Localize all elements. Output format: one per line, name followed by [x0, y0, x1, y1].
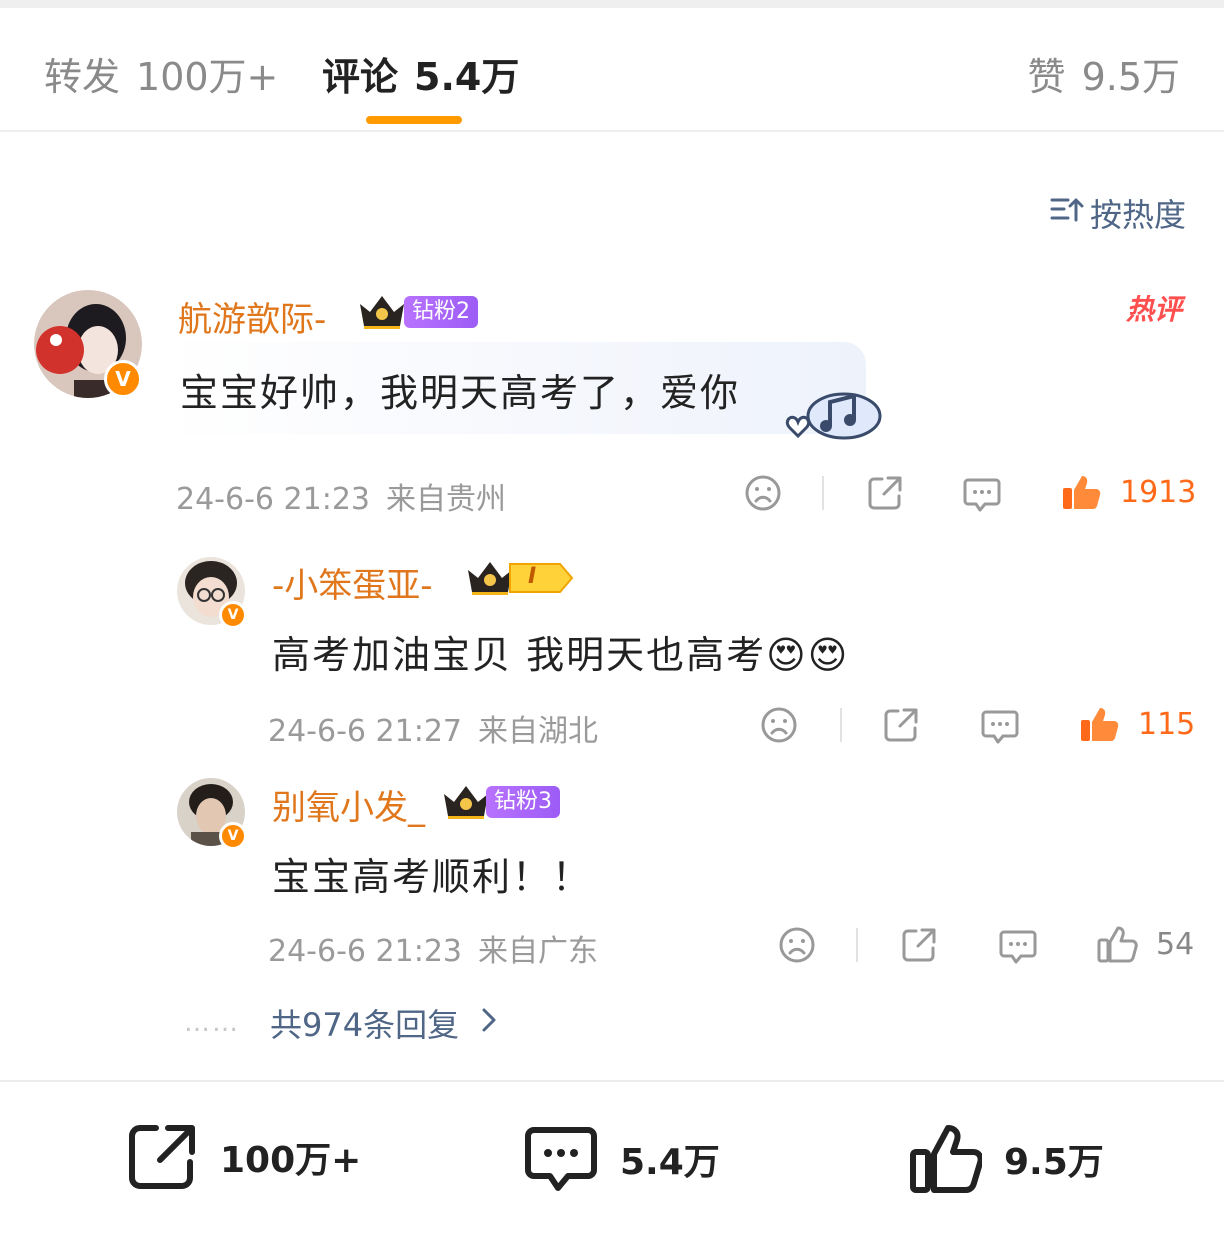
reply-button[interactable]	[998, 926, 1038, 966]
comment-icon	[981, 710, 1019, 744]
more-replies-label: 共974条回复	[270, 1006, 460, 1044]
level-badge-label: I	[528, 564, 537, 589]
bottom-divider	[0, 1080, 1224, 1082]
thumbs-up-icon	[1081, 708, 1119, 741]
like-button[interactable]: 1913	[1060, 472, 1196, 512]
sort-button[interactable]: 按热度	[1050, 190, 1186, 236]
bottom-repost-button[interactable]: 100万+	[126, 1122, 361, 1192]
sort-label: 按热度	[1089, 196, 1186, 234]
chevron-right-icon	[481, 1006, 497, 1041]
share-icon	[884, 708, 918, 742]
more-replies-dots: ……	[184, 1008, 240, 1038]
comment-meta: 24-6-6 21:23 来自贵州	[176, 474, 506, 518]
share-icon	[129, 1125, 195, 1189]
comment-username[interactable]: -小笨蛋亚-	[272, 558, 433, 607]
sad-face-icon	[761, 707, 797, 743]
reply-button[interactable]	[980, 706, 1020, 746]
comment-username[interactable]: 别氧小发_	[272, 780, 425, 829]
bottom-like-count: 9.5万	[1004, 1142, 1104, 1183]
comment-meta: 24-6-6 21:27 来自湖北	[268, 706, 598, 750]
level-badge-shape-icon	[509, 563, 574, 593]
comment-location: 来自广东	[478, 934, 598, 969]
hot-comment-tag: 热评	[1125, 293, 1182, 326]
fan-badge: 钻粉2	[404, 296, 478, 328]
like-count: 1913	[1120, 474, 1197, 510]
dislike-button[interactable]	[778, 926, 816, 964]
comment-location: 来自湖北	[478, 714, 598, 749]
verified-badge-icon: V	[219, 601, 247, 629]
comment-text: 宝宝好帅，我明天高考了，爱你	[180, 371, 741, 415]
comment-location: 来自贵州	[386, 482, 506, 517]
tab-repost-label: 转发	[44, 55, 121, 99]
crown-icon	[360, 296, 404, 329]
thumbs-up-icon	[1063, 476, 1101, 509]
like-button[interactable]: 115	[1078, 704, 1195, 744]
comment-meta: 24-6-6 21:23 来自广东	[268, 926, 598, 970]
dislike-button[interactable]	[744, 474, 782, 512]
tab-comment-label: 评论	[322, 55, 399, 99]
sad-face-icon	[745, 475, 781, 511]
thumbs-up-icon	[1097, 926, 1138, 963]
verified-badge-icon: V	[219, 822, 247, 850]
bottom-comment-button[interactable]: 5.4万	[524, 1122, 720, 1196]
tab-repost-count: 100万+	[136, 55, 279, 99]
action-divider	[822, 476, 824, 510]
like-button[interactable]: 54	[1096, 924, 1194, 964]
music-note-sticker-icon	[785, 392, 882, 440]
comment-time: 24-6-6 21:23	[268, 934, 462, 969]
comment-text: 高考加油宝贝 我明天也高考😍😍	[272, 633, 850, 677]
top-strip	[0, 0, 1224, 8]
share-icon	[902, 928, 936, 962]
tab-bar: 转发 100万+ 评论 5.4万 赞 9.5万	[0, 8, 1224, 132]
comment-time: 24-6-6 21:27	[268, 714, 462, 749]
share-button[interactable]	[866, 474, 904, 512]
comment-icon	[525, 1127, 597, 1191]
action-divider	[840, 708, 842, 742]
share-icon	[868, 476, 902, 510]
comment-time: 24-6-6 21:23	[176, 482, 370, 517]
sad-face-icon	[779, 927, 815, 963]
tab-repost[interactable]: 转发 100万+	[44, 46, 278, 101]
dislike-button[interactable]	[760, 706, 798, 744]
like-count: 54	[1156, 926, 1195, 962]
tab-like-label: 赞	[1027, 55, 1066, 99]
bottom-repost-count: 100万+	[220, 1140, 362, 1181]
bottom-like-button[interactable]: 9.5万	[908, 1122, 1104, 1196]
bottom-comment-count: 5.4万	[620, 1142, 720, 1183]
fan-badge: 钻粉3	[486, 786, 560, 818]
share-button[interactable]	[900, 926, 938, 964]
tab-comment-count: 5.4万	[414, 55, 520, 99]
tab-like-count: 9.5万	[1081, 55, 1180, 99]
share-button[interactable]	[882, 706, 920, 744]
thumbs-up-icon	[910, 1125, 982, 1193]
like-count: 115	[1138, 706, 1196, 742]
verified-badge-icon: V	[104, 360, 142, 398]
comment-text: 宝宝高考顺利！！	[272, 855, 593, 899]
crown-icon	[444, 786, 488, 819]
more-replies-link[interactable]: …… 共974条回复	[184, 1000, 497, 1046]
active-tab-indicator	[366, 116, 462, 124]
comment-icon	[963, 478, 1001, 512]
tab-comment[interactable]: 评论 5.4万	[322, 46, 519, 101]
comment-username[interactable]: 航游歆际-	[178, 292, 326, 341]
reply-button[interactable]	[962, 474, 1002, 514]
comment-icon	[999, 930, 1037, 964]
sort-icon	[1050, 194, 1084, 232]
level-badge: I	[508, 562, 574, 598]
action-divider	[856, 928, 858, 962]
tab-like[interactable]: 赞 9.5万	[1028, 46, 1180, 101]
